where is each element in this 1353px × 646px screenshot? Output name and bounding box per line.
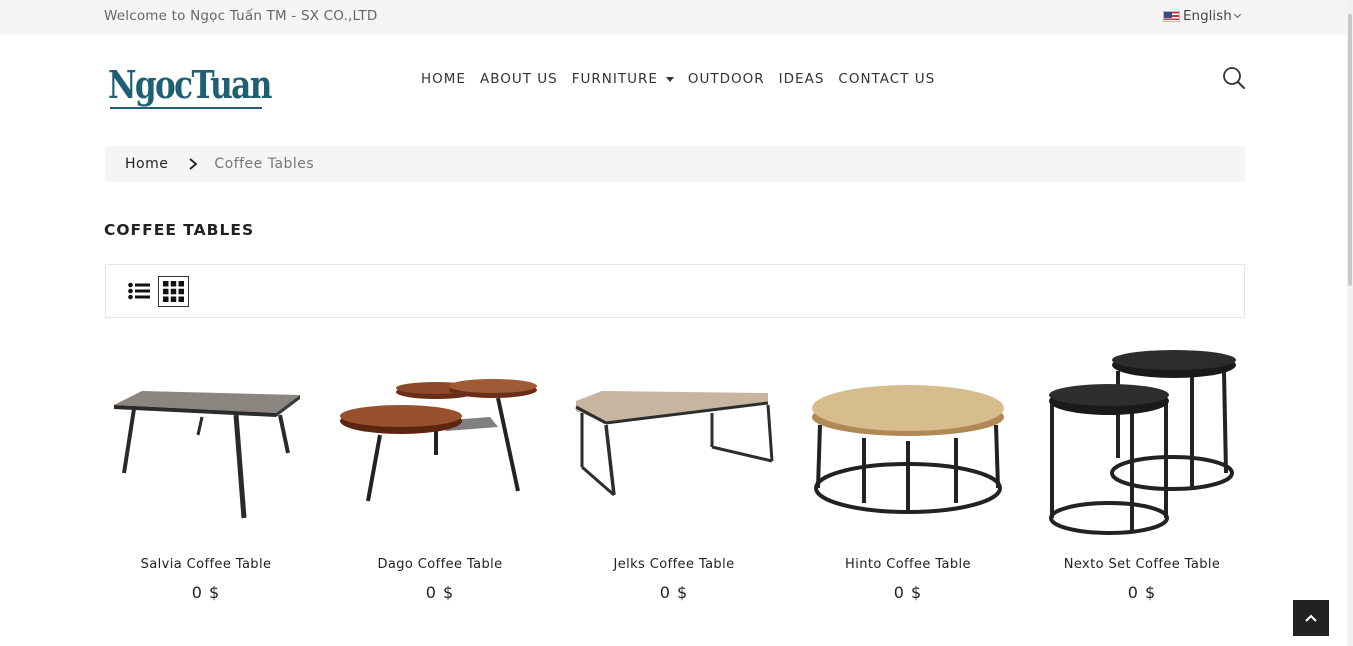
product-image[interactable]: [806, 343, 1010, 540]
product-price: 0 $: [425, 583, 455, 602]
nav-contact-us[interactable]: CONTACT US: [831, 71, 942, 87]
product-image[interactable]: [1040, 343, 1244, 540]
view-toolbar: [105, 264, 1245, 318]
page-title: COFFEE TABLES: [104, 221, 255, 239]
product-name[interactable]: Jelks Coffee Table: [572, 557, 776, 572]
list-view-button[interactable]: [125, 277, 153, 305]
product-name[interactable]: Hinto Coffee Table: [806, 557, 1010, 572]
nav-about-us[interactable]: ABOUT US: [473, 71, 565, 87]
language-label: English: [1183, 8, 1232, 24]
product-name[interactable]: Salvia Coffee Table: [104, 557, 308, 572]
chevron-right-icon: [188, 158, 198, 170]
product-name[interactable]: Dago Coffee Table: [338, 557, 542, 572]
nav-furniture-label: FURNITURE: [571, 71, 658, 87]
site-logo[interactable]: NgocTuan: [108, 60, 272, 120]
breadcrumb-home[interactable]: Home: [125, 156, 168, 172]
list-view-icon: [128, 282, 150, 300]
breadcrumb-current: Coffee Tables: [214, 156, 315, 172]
search-icon: [1223, 67, 1245, 89]
nav-home[interactable]: HOME: [414, 71, 473, 87]
top-bar: Welcome to Ngọc Tuấn TM - SX CO.,LTD Eng…: [0, 0, 1353, 35]
product-price: 0 $: [659, 583, 689, 602]
main-nav: HOME ABOUT US FURNITURE OUTDOOR IDEAS CO…: [414, 71, 942, 87]
us-flag-icon: [1163, 10, 1180, 22]
grid-view-button[interactable]: [158, 276, 189, 307]
dropdown-caret-icon: [665, 76, 674, 82]
nav-ideas[interactable]: IDEAS: [772, 71, 832, 87]
nav-contact-us-label: CONTACT US: [838, 71, 936, 87]
nav-outdoor[interactable]: OUTDOOR: [681, 71, 772, 87]
breadcrumb: Home Coffee Tables: [105, 146, 1245, 182]
nav-ideas-label: IDEAS: [778, 71, 825, 87]
product-card[interactable]: Salvia Coffee Table 0 $: [104, 343, 308, 608]
nav-about-us-label: ABOUT US: [479, 71, 558, 87]
scrollbar-thumb[interactable]: [1348, 14, 1352, 286]
product-image[interactable]: [572, 343, 776, 540]
product-price: 0 $: [893, 583, 923, 602]
product-card[interactable]: Hinto Coffee Table 0 $: [806, 343, 1010, 608]
logo-text: NgocTuan: [108, 62, 272, 107]
product-card[interactable]: Nexto Set Coffee Table 0 $: [1040, 343, 1244, 608]
product-image[interactable]: [338, 343, 542, 540]
search-button[interactable]: [1221, 65, 1247, 91]
product-card[interactable]: Jelks Coffee Table 0 $: [572, 343, 776, 608]
grid-view-icon: [163, 281, 184, 302]
chevron-up-icon: [1305, 614, 1317, 622]
product-card[interactable]: Dago Coffee Table 0 $: [338, 343, 542, 608]
nav-home-label: HOME: [421, 71, 466, 87]
logo-underline: [110, 107, 262, 109]
product-name[interactable]: Nexto Set Coffee Table: [1040, 557, 1244, 572]
language-selector[interactable]: English: [1163, 8, 1241, 24]
product-price: 0 $: [191, 583, 221, 602]
product-price: 0 $: [1127, 583, 1157, 602]
welcome-message: Welcome to Ngọc Tuấn TM - SX CO.,LTD: [104, 8, 378, 24]
back-to-top-button[interactable]: [1293, 600, 1329, 636]
nav-outdoor-label: OUTDOOR: [687, 71, 765, 87]
product-image[interactable]: [104, 343, 308, 540]
page-scrollbar[interactable]: [1347, 0, 1353, 646]
chevron-down-icon: [1233, 10, 1241, 19]
nav-furniture[interactable]: FURNITURE: [565, 71, 681, 87]
